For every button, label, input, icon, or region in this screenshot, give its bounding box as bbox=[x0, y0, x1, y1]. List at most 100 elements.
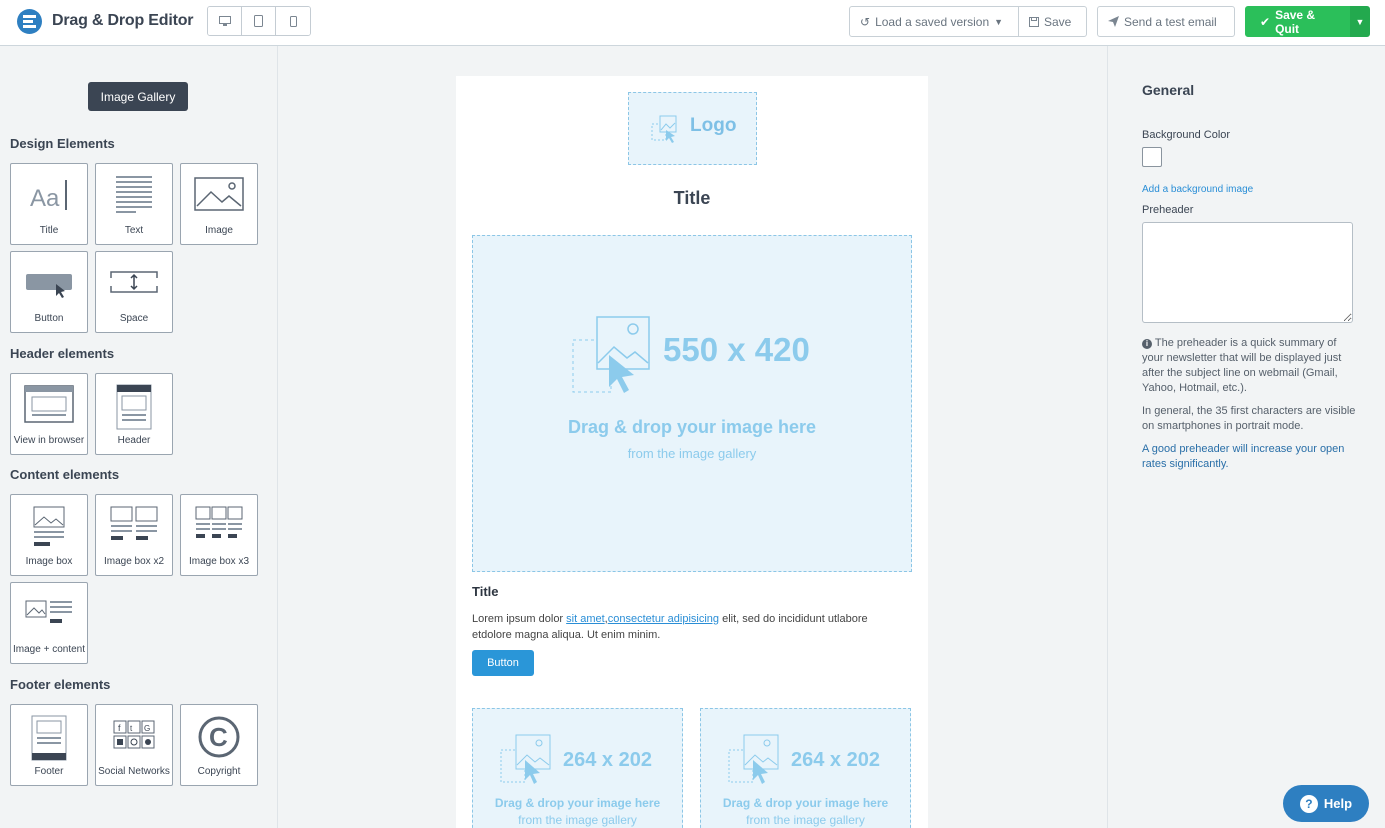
paper-plane-icon bbox=[1108, 16, 1119, 27]
tile-label: Space bbox=[119, 313, 149, 324]
tile-label: Social Networks bbox=[98, 766, 170, 777]
main-image-placeholder[interactable]: 550 x 420 Drag & drop your image here fr… bbox=[472, 235, 912, 572]
save-options-dropdown[interactable]: ▼ bbox=[1350, 6, 1370, 37]
history-icon: ↺ bbox=[860, 14, 871, 29]
email-title[interactable]: Title bbox=[456, 188, 928, 209]
small-image-placeholder[interactable]: 264 x 202 Drag & drop your image here fr… bbox=[472, 708, 683, 828]
desktop-view-button[interactable] bbox=[208, 7, 242, 35]
tile-label: View in browser bbox=[13, 435, 85, 446]
image-content-icon bbox=[25, 600, 72, 623]
footer-elements-heading: Footer elements bbox=[10, 677, 111, 692]
footer-element-icon bbox=[31, 715, 67, 761]
preheader-textarea[interactable] bbox=[1142, 222, 1353, 323]
save-label: Save bbox=[1044, 14, 1072, 29]
load-label: Load a saved version bbox=[875, 14, 990, 29]
content-tile-image-box-x2[interactable]: Image box x2 bbox=[95, 494, 173, 576]
text-element-icon bbox=[116, 176, 152, 213]
image-drop-icon bbox=[500, 734, 551, 784]
background-color-swatch[interactable] bbox=[1142, 147, 1162, 167]
space-element-icon bbox=[110, 271, 158, 293]
image-drop-icon bbox=[728, 734, 779, 784]
tile-label: Button bbox=[34, 313, 64, 324]
tablet-icon bbox=[254, 15, 263, 27]
header-tile-header[interactable]: Header bbox=[95, 373, 173, 455]
svg-text:Aa: Aa bbox=[30, 185, 60, 212]
design-elements-heading: Design Elements bbox=[10, 136, 115, 151]
logo-placeholder[interactable]: Logo bbox=[628, 92, 757, 165]
panel-title: General bbox=[1142, 82, 1195, 98]
header-tile-view-in-browser[interactable]: View in browser bbox=[10, 373, 88, 455]
svg-text:f: f bbox=[118, 723, 121, 733]
social-networks-icon: f t G bbox=[113, 720, 155, 749]
image-gallery-button[interactable]: Image Gallery bbox=[88, 82, 188, 111]
view-in-browser-icon bbox=[24, 385, 74, 423]
content-tile-image-box[interactable]: Image box bbox=[10, 494, 88, 576]
content-tile-image-content[interactable]: Image + content bbox=[10, 582, 88, 664]
floppy-icon bbox=[1029, 16, 1039, 27]
save-button[interactable]: Save bbox=[1018, 6, 1087, 37]
footer-tile-copyright[interactable]: C Copyright bbox=[180, 704, 258, 786]
tile-label: Copyright bbox=[197, 766, 241, 777]
content-elements-heading: Content elements bbox=[10, 467, 120, 482]
tile-label: Header bbox=[117, 435, 151, 446]
email-canvas: Logo Title 550 x 420 Drag & drop your im… bbox=[278, 46, 1107, 828]
elements-sidebar: Image Gallery Design Elements Aa Title T… bbox=[0, 46, 278, 828]
desktop-icon bbox=[218, 15, 231, 26]
tile-label: Text bbox=[124, 225, 144, 236]
tile-label: Image bbox=[205, 225, 233, 236]
paragraph-text: Lorem ipsum dolor bbox=[472, 613, 567, 625]
design-tile-image[interactable]: Image bbox=[180, 163, 258, 245]
drag-drop-hint: Drag & drop your image here bbox=[722, 796, 889, 810]
help-button[interactable]: ? Help bbox=[1283, 785, 1369, 822]
question-icon: ? bbox=[1299, 794, 1318, 813]
mobile-view-button[interactable] bbox=[276, 7, 310, 35]
footer-tile-social-networks[interactable]: f t G Social Networks bbox=[95, 704, 173, 786]
footer-tile-footer[interactable]: Footer bbox=[10, 704, 88, 786]
preheader-tip: In general, the 35 first characters are … bbox=[1142, 405, 1356, 432]
design-tile-space[interactable]: Space bbox=[95, 251, 173, 333]
tile-label: Image box x3 bbox=[188, 556, 250, 567]
help-label: Help bbox=[1323, 796, 1353, 811]
caret-down-icon: ▼ bbox=[994, 16, 1004, 27]
image-element-icon bbox=[194, 177, 244, 211]
svg-text:G: G bbox=[144, 724, 150, 733]
design-tile-title[interactable]: Aa Title bbox=[10, 163, 88, 245]
test-label: Send a test email bbox=[1124, 14, 1217, 29]
drag-drop-hint: Drag & drop your image here bbox=[567, 417, 817, 437]
svg-text:t: t bbox=[130, 724, 133, 733]
app-logo-icon bbox=[17, 9, 42, 34]
gallery-hint: from the image gallery bbox=[518, 813, 637, 827]
save-and-quit-button[interactable]: ✔ Save & Quit bbox=[1245, 6, 1351, 37]
background-color-label: Background Color bbox=[1142, 129, 1231, 141]
paragraph-link[interactable]: consectetur adipisicing bbox=[608, 613, 719, 625]
content-tile-image-box-x3[interactable]: Image box x3 bbox=[180, 494, 258, 576]
email-body: Logo Title 550 x 420 Drag & drop your im… bbox=[456, 76, 928, 828]
tile-label: Title bbox=[39, 225, 59, 236]
preheader-info: i The preheader is a quick summary of yo… bbox=[1142, 336, 1357, 396]
tablet-view-button[interactable] bbox=[242, 7, 276, 35]
image-box-icon bbox=[33, 506, 65, 546]
logo-text: Logo bbox=[690, 115, 737, 136]
load-saved-version-dropdown[interactable]: ↺ Load a saved version ▼ bbox=[849, 6, 1019, 37]
preheader-advice: A good preheader will increase your open… bbox=[1142, 443, 1345, 470]
send-test-email-button[interactable]: Send a test email bbox=[1097, 6, 1235, 37]
paragraph-link[interactable]: sit amet bbox=[566, 613, 605, 625]
design-tile-text[interactable]: Text bbox=[95, 163, 173, 245]
image-box-x2-icon bbox=[110, 506, 158, 540]
image-drop-icon bbox=[651, 115, 677, 143]
content-paragraph[interactable]: Lorem ipsum dolor sit amet,consectetur a… bbox=[472, 611, 902, 643]
info-icon: i bbox=[1142, 339, 1152, 349]
content-title[interactable]: Title bbox=[472, 584, 499, 599]
image-dimensions: 264 x 202 bbox=[791, 749, 880, 771]
design-tile-button[interactable]: Button bbox=[10, 251, 88, 333]
tile-label: Image + content bbox=[13, 644, 85, 655]
add-background-image-link[interactable]: Add a background image bbox=[1142, 184, 1253, 195]
gallery-hint: from the image gallery bbox=[627, 446, 757, 461]
tile-label: Image box bbox=[25, 556, 73, 567]
image-dimensions: 550 x 420 bbox=[663, 331, 810, 368]
image-box-x3-icon bbox=[195, 506, 243, 538]
top-bar: Drag & Drop Editor ↺ Load a saved versio… bbox=[0, 0, 1385, 46]
small-image-placeholder[interactable]: 264 x 202 Drag & drop your image here fr… bbox=[700, 708, 911, 828]
email-cta-button[interactable]: Button bbox=[472, 650, 534, 676]
settings-panel: General Background Color Add a backgroun… bbox=[1107, 46, 1385, 828]
